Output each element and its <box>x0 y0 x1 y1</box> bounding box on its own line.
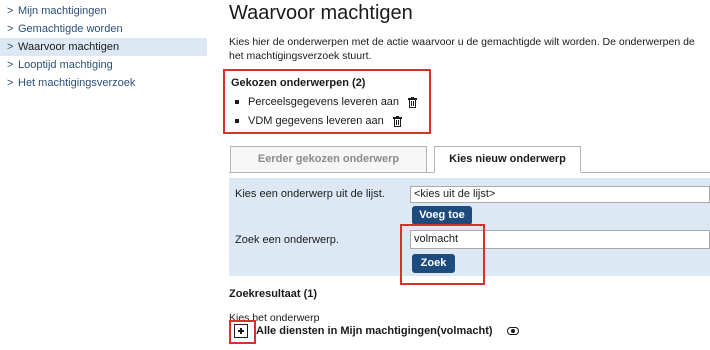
bullet-icon <box>235 119 239 123</box>
chosen-topic-label: Perceelsgegevens leveren aan <box>248 96 400 108</box>
results-title: Zoekresultaat (1) <box>229 288 318 300</box>
chevron-right-icon: > <box>7 77 14 89</box>
tab-kies-nieuw[interactable]: Kies nieuw onderwerp <box>434 146 581 173</box>
sidebar-item-looptijd-machtiging[interactable]: > Looptijd machtiging <box>0 56 207 74</box>
chevron-right-icon: > <box>7 59 14 71</box>
sidebar-item-label: Het machtigingsverzoek <box>18 77 136 89</box>
topic-select[interactable]: <kies uit de lijst> <box>410 186 710 203</box>
chosen-topic-item: VDM gegevens leveren aan <box>235 115 402 127</box>
intro-line: het machtigingsverzoek stuurt. <box>229 50 372 62</box>
tab-eerder-gekozen[interactable]: Eerder gekozen onderwerp <box>230 146 427 173</box>
chevron-right-icon: > <box>7 5 14 17</box>
result-item-label: Alle diensten in Mijn machtigingen(volma… <box>256 325 493 337</box>
sidebar-item-gemachtigde-worden[interactable]: > Gemachtigde worden <box>0 20 207 38</box>
trash-icon[interactable] <box>408 96 418 108</box>
intro-line: Kies hier de onderwerpen met de actie wa… <box>229 36 695 48</box>
intro-text: Kies hier de onderwerpen met de actie wa… <box>229 35 710 63</box>
result-item: Alle diensten in Mijn machtigingen(volma… <box>234 322 519 340</box>
sidebar-item-label: Mijn machtigingen <box>18 5 107 17</box>
sidebar-item-label: Gemachtigde worden <box>18 23 123 35</box>
search-button[interactable]: Zoek <box>412 254 455 273</box>
add-topic-button[interactable]: Voeg toe <box>412 206 472 225</box>
search-topic-label: Zoek een onderwerp. <box>235 234 339 246</box>
chevron-right-icon: > <box>7 23 14 35</box>
eye-icon[interactable] <box>506 327 519 335</box>
chosen-topics-title: Gekozen onderwerpen (2) <box>231 77 366 89</box>
topic-form-panel: Kies een onderwerp uit de lijst. <kies u… <box>229 178 710 276</box>
sidebar-item-waarvoor-machtigen[interactable]: > Waarvoor machtigen <box>0 38 207 56</box>
chosen-topic-item: Perceelsgegevens leveren aan <box>235 96 418 108</box>
sidebar-item-label: Looptijd machtiging <box>18 59 113 71</box>
search-input[interactable]: volmacht <box>410 230 710 249</box>
select-topic-label: Kies een onderwerp uit de lijst. <box>235 188 385 200</box>
sidebar-item-mijn-machtigingen[interactable]: > Mijn machtigingen <box>0 2 207 20</box>
trash-icon[interactable] <box>392 115 402 127</box>
page-title: Waarvoor machtigen <box>229 2 413 24</box>
sidebar-item-label: Waarvoor machtigen <box>18 41 120 53</box>
plus-icon[interactable] <box>234 324 248 338</box>
bullet-icon <box>235 100 239 104</box>
sidebar-item-machtigingsverzoek[interactable]: > Het machtigingsverzoek <box>0 74 207 92</box>
chevron-right-icon: > <box>7 41 14 53</box>
chosen-topic-label: VDM gegevens leveren aan <box>248 115 384 127</box>
